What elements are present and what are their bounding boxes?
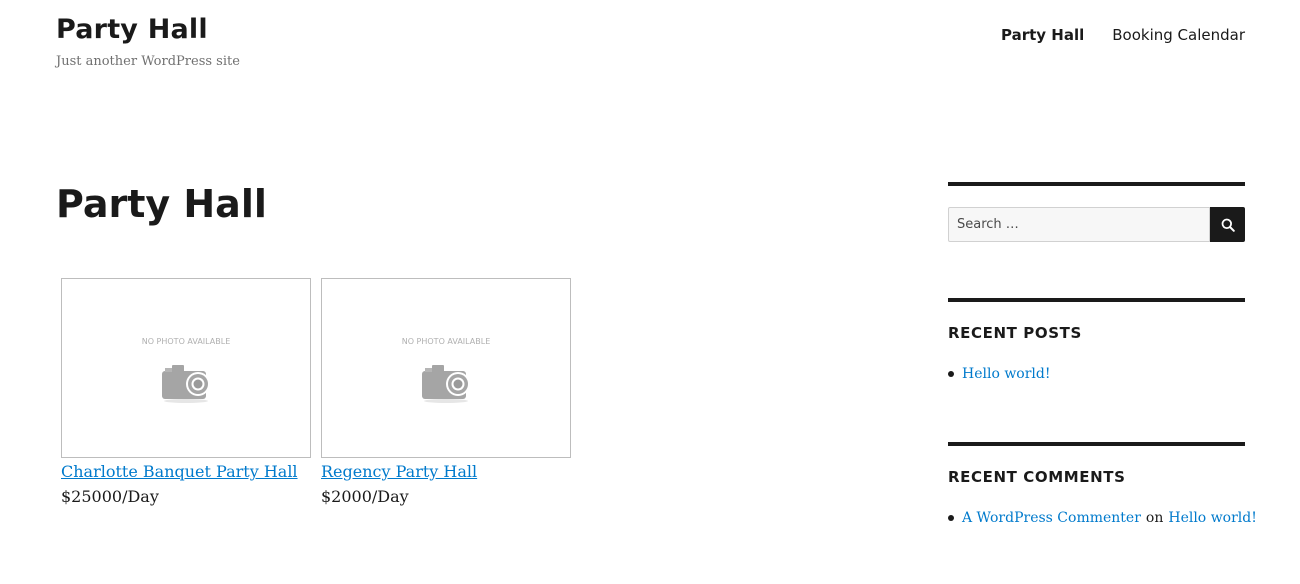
recent-comments-title: RECENT COMMENTS xyxy=(948,468,1126,486)
comment-author-link[interactable]: A WordPress Commenter xyxy=(962,510,1141,526)
widget-divider xyxy=(948,298,1245,302)
bullet xyxy=(948,515,954,521)
page-title: Party Hall xyxy=(56,182,267,226)
widget-divider xyxy=(948,182,1245,186)
comment-post-link[interactable]: Hello world! xyxy=(1168,510,1257,526)
recent-posts-title: RECENT POSTS xyxy=(948,324,1082,342)
hall-price: $25000/Day xyxy=(61,487,159,506)
camera-icon xyxy=(422,365,470,403)
hall-price: $2000/Day xyxy=(321,487,409,506)
recent-posts-list: Hello world! xyxy=(948,366,1051,382)
site-title[interactable]: Party Hall xyxy=(56,14,208,45)
nav-item-party-hall[interactable]: Party Hall xyxy=(1001,26,1084,44)
hall-photo-placeholder[interactable]: NO PHOTO AVAILABLE xyxy=(321,278,571,458)
bullet xyxy=(948,371,954,377)
camera-icon xyxy=(162,365,210,403)
search-button[interactable] xyxy=(1210,207,1245,242)
no-photo-text: NO PHOTO AVAILABLE xyxy=(401,337,491,346)
no-photo-text: NO PHOTO AVAILABLE xyxy=(141,337,231,346)
hall-name-link[interactable]: Charlotte Banquet Party Hall xyxy=(61,462,298,481)
widget-divider xyxy=(948,442,1245,446)
main-navigation: Party Hall Booking Calendar xyxy=(1001,26,1245,44)
comment-connector: on xyxy=(1145,510,1164,526)
list-item: Hello world! xyxy=(948,366,1051,382)
hall-card: NO PHOTO AVAILABLE Regency Party Hall $2… xyxy=(321,278,573,506)
list-item: A WordPress Commenter on Hello world! xyxy=(948,510,1257,526)
search-input[interactable] xyxy=(948,207,1210,242)
nav-item-booking-calendar[interactable]: Booking Calendar xyxy=(1112,26,1245,44)
hall-card: NO PHOTO AVAILABLE Charlotte Banquet Par… xyxy=(61,278,313,506)
hall-photo-placeholder[interactable]: NO PHOTO AVAILABLE xyxy=(61,278,311,458)
hall-name-link[interactable]: Regency Party Hall xyxy=(321,462,477,481)
site-description: Just another WordPress site xyxy=(56,54,240,69)
recent-post-link[interactable]: Hello world! xyxy=(962,366,1051,382)
search-icon xyxy=(1221,218,1235,232)
recent-comments-list: A WordPress Commenter on Hello world! xyxy=(948,510,1257,526)
